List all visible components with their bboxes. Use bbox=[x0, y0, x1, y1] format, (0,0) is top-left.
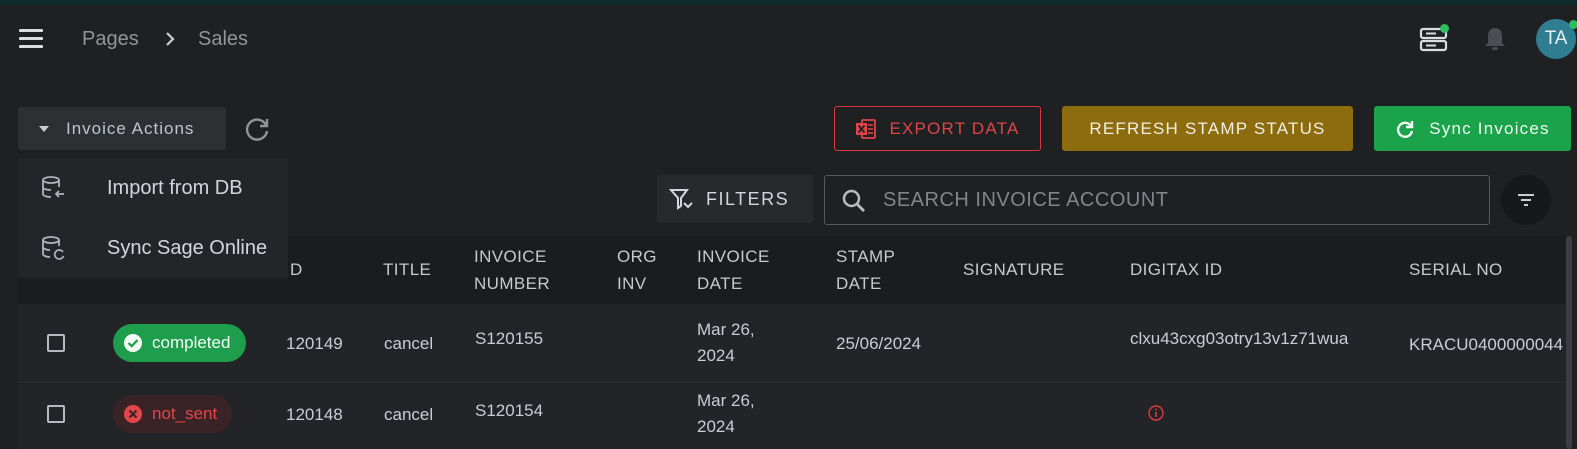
error-circle-icon bbox=[124, 405, 142, 423]
search-icon bbox=[842, 189, 865, 212]
cell-invoice-number: S120155 bbox=[475, 329, 544, 348]
invoice-actions-menu: Import from DB Sync Sage Online bbox=[18, 158, 288, 278]
table-row[interactable]: completed 120149 cancel S120155 Mar 26, … bbox=[18, 304, 1566, 383]
column-header-signature[interactable]: SIGNATURE bbox=[963, 256, 1065, 283]
database-sync-icon bbox=[42, 236, 65, 260]
column-header-org-inv[interactable]: ORG INV bbox=[617, 243, 657, 297]
filters-button[interactable]: FILTERS bbox=[657, 175, 813, 223]
refresh-icon[interactable] bbox=[242, 114, 272, 144]
notification-bell-icon[interactable] bbox=[1480, 24, 1510, 54]
avatar-status-dot bbox=[1569, 20, 1577, 29]
header-line: ORG bbox=[617, 247, 657, 266]
caret-down-icon bbox=[39, 125, 49, 132]
top-accent-bar bbox=[0, 0, 1577, 5]
header-line: INVOICE bbox=[474, 247, 547, 266]
breadcrumb-sales: Sales bbox=[198, 28, 249, 50]
status-badge: completed bbox=[113, 324, 246, 362]
info-icon[interactable] bbox=[1147, 404, 1165, 422]
column-header-serial-no[interactable]: SERIAL NO bbox=[1409, 256, 1503, 283]
header-line: INV bbox=[617, 274, 647, 293]
table-scrollbar[interactable] bbox=[1566, 236, 1572, 449]
cell-stamp-date: 25/06/2024 bbox=[836, 334, 922, 353]
date-line: Mar 26, bbox=[697, 320, 755, 339]
column-header-id[interactable]: D bbox=[290, 256, 303, 283]
row-checkbox[interactable] bbox=[47, 405, 65, 423]
sync-invoices-button[interactable]: Sync Invoices bbox=[1374, 106, 1571, 151]
header-line: STAMP bbox=[836, 247, 896, 266]
header-line: DATE bbox=[697, 274, 743, 293]
breadcrumb-pages[interactable]: Pages bbox=[82, 28, 139, 51]
invoice-actions-button[interactable]: Invoice Actions bbox=[18, 107, 226, 150]
search-input[interactable] bbox=[883, 186, 1473, 214]
header-line: NUMBER bbox=[474, 274, 551, 293]
server-status-dot bbox=[1440, 24, 1449, 33]
menu-item-label: Import from DB bbox=[107, 176, 243, 199]
chevron-right-icon bbox=[166, 32, 175, 46]
date-line: Mar 26, bbox=[697, 391, 755, 410]
filter-icon bbox=[669, 189, 693, 210]
filter-list-icon bbox=[1518, 194, 1534, 206]
refresh-stamp-status-label: REFRESH STAMP STATUS bbox=[1089, 118, 1326, 138]
hamburger-menu-icon[interactable] bbox=[19, 29, 43, 49]
header-line: INVOICE bbox=[697, 247, 770, 266]
column-header-invoice-number[interactable]: INVOICE NUMBER bbox=[474, 243, 550, 297]
check-circle-icon bbox=[124, 334, 142, 352]
cell-title: cancel bbox=[384, 334, 434, 353]
column-header-stamp-date[interactable]: STAMP DATE bbox=[836, 243, 895, 297]
filters-label: FILTERS bbox=[706, 188, 790, 209]
sync-icon bbox=[1397, 120, 1414, 138]
search-field[interactable] bbox=[824, 175, 1490, 225]
menu-item-import-from-db[interactable]: Import from DB bbox=[18, 158, 288, 218]
scrollbar-thumb[interactable] bbox=[1566, 236, 1572, 449]
export-data-button[interactable]: EXPORT DATA bbox=[834, 106, 1041, 151]
menu-item-label: Sync Sage Online bbox=[107, 236, 268, 259]
export-data-label: EXPORT DATA bbox=[889, 118, 1020, 138]
sync-invoices-label: Sync Invoices bbox=[1429, 118, 1550, 138]
column-header-digitax-id[interactable]: DIGITAX ID bbox=[1130, 256, 1222, 283]
cell-serial-no: KRACU0400000044 bbox=[1409, 335, 1564, 354]
server-status-icon[interactable] bbox=[1419, 24, 1449, 54]
header-line: DATE bbox=[836, 274, 882, 293]
date-line: 2024 bbox=[697, 417, 735, 436]
cell-invoice-date: Mar 26, 2024 bbox=[697, 388, 755, 440]
cell-digitax-id: clxu43cxg03otry13v1z71wua bbox=[1130, 329, 1349, 348]
cell-title: cancel bbox=[384, 405, 434, 424]
cell-invoice-date: Mar 26, 2024 bbox=[697, 317, 755, 369]
cell-id: 120149 bbox=[286, 334, 343, 353]
user-avatar[interactable]: TA bbox=[1536, 19, 1577, 59]
invoice-actions-label: Invoice Actions bbox=[66, 118, 195, 138]
row-checkbox[interactable] bbox=[47, 334, 65, 352]
excel-file-icon bbox=[856, 118, 877, 139]
status-label: completed bbox=[152, 333, 231, 352]
status-label: not_sent bbox=[152, 404, 218, 423]
status-badge: not_sent bbox=[113, 395, 232, 433]
table-row[interactable]: not_sent 120148 cancel S120154 Mar 26, 2… bbox=[18, 384, 1566, 449]
cell-invoice-number: S120154 bbox=[475, 401, 544, 420]
column-header-title[interactable]: TITLE bbox=[383, 256, 431, 283]
date-line: 2024 bbox=[697, 346, 735, 365]
column-filter-button[interactable] bbox=[1501, 175, 1551, 225]
refresh-stamp-status-button[interactable]: REFRESH STAMP STATUS bbox=[1062, 106, 1353, 151]
cell-id: 120148 bbox=[286, 405, 343, 424]
avatar-initials: TA bbox=[1544, 28, 1568, 49]
database-import-icon bbox=[42, 176, 64, 198]
column-header-invoice-date[interactable]: INVOICE DATE bbox=[697, 243, 770, 297]
menu-item-sync-sage-online[interactable]: Sync Sage Online bbox=[18, 218, 288, 278]
